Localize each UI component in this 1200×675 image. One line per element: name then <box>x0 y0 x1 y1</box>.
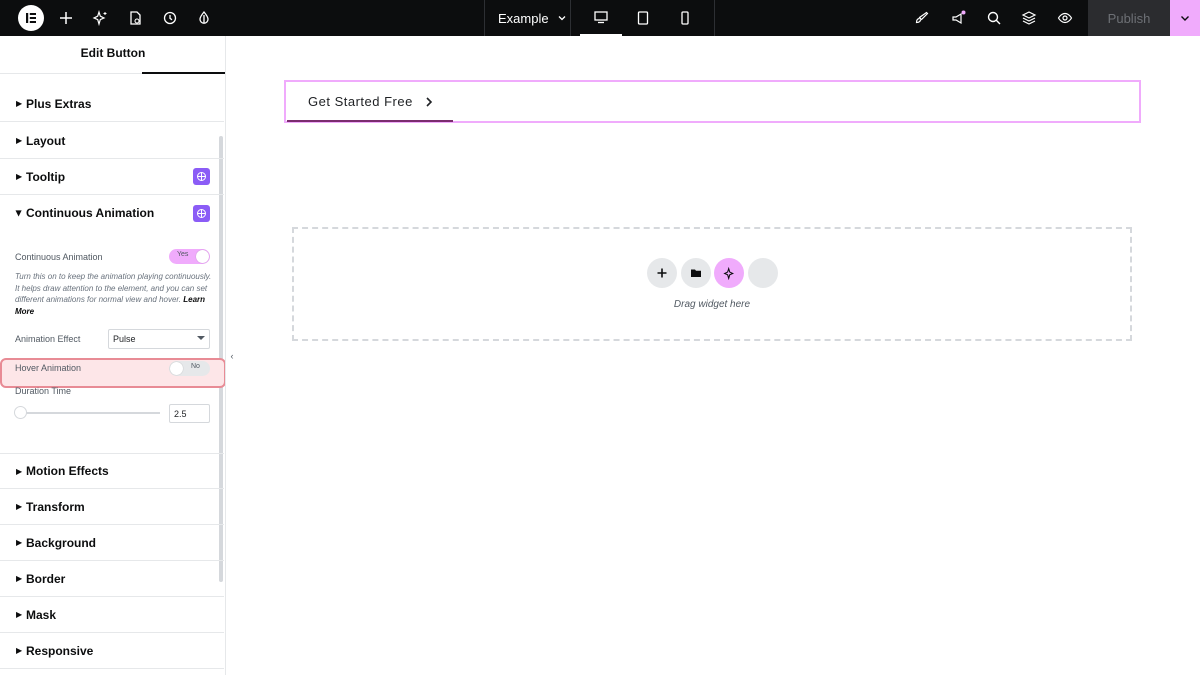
chevron-right-icon <box>426 96 432 107</box>
section-label: Responsive <box>26 643 94 658</box>
section-label: Motion Effects <box>26 464 109 478</box>
section-motion-effects[interactable]: ▶ Motion Effects <box>0 453 224 489</box>
ai-generate-button[interactable] <box>714 258 744 288</box>
drop-zone-text: Drag widget here <box>673 299 751 310</box>
chevron-down-icon <box>558 16 566 21</box>
dropdown-arrow-icon <box>197 336 205 340</box>
panel-header: Edit Button <box>0 36 225 74</box>
add-icon[interactable] <box>56 8 76 28</box>
caret-down-icon: ▶ <box>14 209 24 217</box>
duration-slider-handle[interactable] <box>14 406 27 419</box>
add-template-button[interactable] <box>681 258 711 288</box>
divider <box>714 0 715 36</box>
folder-icon <box>691 269 701 277</box>
duration-slider-track[interactable] <box>20 412 160 414</box>
chevron-down-icon <box>1181 16 1189 21</box>
duration-input[interactable]: 2.5 <box>169 404 210 423</box>
style-drop-icon[interactable] <box>194 8 214 28</box>
empty-drop-zone[interactable] <box>292 227 1132 341</box>
button-underline <box>287 120 453 122</box>
description-text: Turn this on to keep the animation playi… <box>15 271 213 317</box>
section-label: Plus Extras <box>26 96 92 111</box>
pro-badge-icon <box>193 204 210 222</box>
desktop-icon[interactable] <box>580 0 622 36</box>
ai-sparkle-icon[interactable] <box>90 8 110 28</box>
toggle-knob <box>196 250 209 263</box>
history-icon[interactable] <box>160 8 180 28</box>
description-body: Turn this on to keep the animation playi… <box>15 272 212 304</box>
section-transform[interactable]: ▶ Transform <box>0 489 224 525</box>
section-label: Continuous Animation <box>26 206 155 220</box>
caret-right-icon: ▶ <box>16 610 23 619</box>
top-bar: Example Publish <box>0 0 1200 36</box>
section-responsive[interactable]: ▶ Responsive <box>0 633 224 669</box>
caret-right-icon: ▶ <box>16 136 23 145</box>
elementor-logo-icon[interactable] <box>18 5 44 31</box>
layers-icon[interactable] <box>1019 8 1039 28</box>
section-label: Background <box>26 535 97 550</box>
section-continuous-animation[interactable]: ▶ Continuous Animation <box>0 195 224 231</box>
search-icon[interactable] <box>984 8 1004 28</box>
caret-right-icon: ▶ <box>16 538 23 547</box>
preview-eye-icon[interactable] <box>1055 8 1075 28</box>
hover-animation-label: Hover Animation <box>15 363 82 373</box>
select-value: Pulse <box>113 334 136 344</box>
panel-title: Edit Button <box>80 46 146 60</box>
pro-badge-icon <box>193 168 210 185</box>
button-text: Get Started Free <box>308 94 413 109</box>
duration-time-label: Duration Time <box>15 386 72 396</box>
toggle-text: Yes <box>177 251 189 258</box>
section-label: Tooltip <box>26 169 66 184</box>
section-label: Mask <box>26 607 57 622</box>
caret-right-icon: ▶ <box>16 574 23 583</box>
site-selector[interactable]: Example <box>498 0 567 36</box>
section-mask[interactable]: ▶ Mask <box>0 597 224 633</box>
continuous-animation-label: Continuous Animation <box>15 252 103 262</box>
ai-sparkle-icon <box>722 266 734 280</box>
toggle-knob <box>170 362 183 375</box>
animation-effect-select[interactable]: Pulse <box>108 329 210 349</box>
section-plus-extras[interactable]: ▶ Plus Extras <box>0 86 224 122</box>
publish-button[interactable]: Publish <box>1088 0 1170 36</box>
active-tab-indicator <box>142 72 225 74</box>
add-icon <box>657 268 667 278</box>
divider <box>484 0 485 36</box>
add-section-button[interactable] <box>647 258 677 288</box>
publish-options-button[interactable] <box>1170 0 1200 36</box>
notifications-icon[interactable] <box>948 8 968 28</box>
section-tooltip[interactable]: ▶ Tooltip <box>0 159 224 195</box>
divider <box>570 0 571 36</box>
editor-panel: Edit Button ▶ Plus Extras ▶ Layout ▶ Too… <box>0 36 226 675</box>
hover-animation-toggle[interactable]: No <box>169 361 210 376</box>
section-label: Border <box>26 571 66 586</box>
get-started-button[interactable]: Get Started Free <box>308 94 435 109</box>
section-border[interactable]: ▶ Border <box>0 561 224 597</box>
site-name: Example <box>498 10 549 26</box>
section-label: Transform <box>26 499 85 514</box>
continuous-animation-toggle[interactable]: Yes <box>169 249 210 264</box>
caret-right-icon: ▶ <box>16 646 23 655</box>
caret-right-icon: ▶ <box>16 172 23 181</box>
theme-brush-icon[interactable] <box>912 8 932 28</box>
mobile-icon[interactable] <box>664 0 706 36</box>
section-label: Layout <box>26 133 66 148</box>
tablet-icon[interactable] <box>622 0 664 36</box>
collapse-panel-button[interactable]: ‹ <box>226 340 238 372</box>
extra-button[interactable] <box>748 258 778 288</box>
page-settings-icon[interactable] <box>125 8 145 28</box>
section-background[interactable]: ▶ Background <box>0 525 224 561</box>
section-layout[interactable]: ▶ Layout <box>0 123 224 159</box>
animation-effect-label: Animation Effect <box>15 334 81 344</box>
caret-right-icon: ▶ <box>16 502 23 511</box>
caret-right-icon: ▶ <box>16 99 23 108</box>
caret-right-icon: ▶ <box>16 466 23 476</box>
toggle-text: No <box>191 363 200 370</box>
